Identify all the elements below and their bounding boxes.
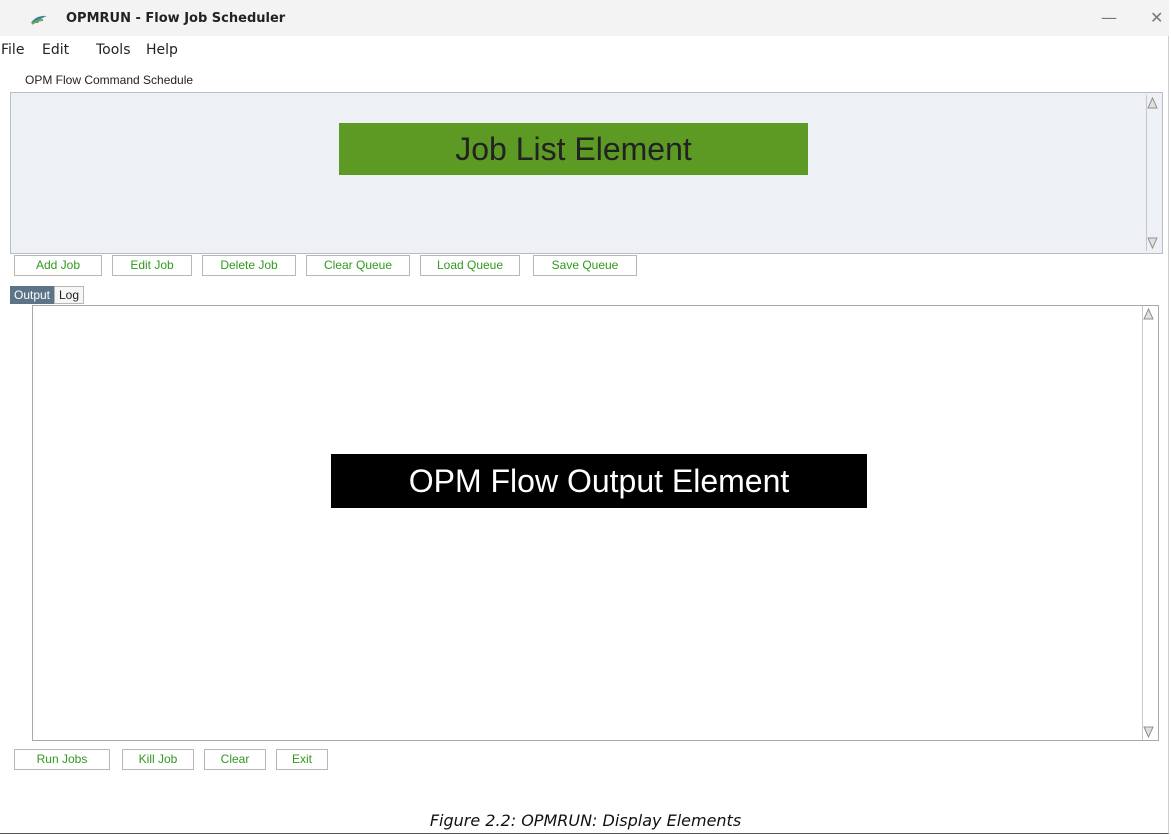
output-element-label: OPM Flow Output Element [331,454,867,508]
tab-output[interactable]: Output [10,286,54,304]
title-bar: OPMRUN - Flow Job Scheduler — ✕ [0,0,1169,36]
tab-log[interactable]: Log [54,286,84,304]
job-list[interactable]: Job List Element [10,92,1163,254]
add-job-button[interactable]: Add Job [14,255,102,276]
exit-button[interactable]: Exit [276,749,328,770]
clear-queue-button[interactable]: Clear Queue [306,255,410,276]
scroll-up-icon[interactable] [1147,97,1158,109]
close-button[interactable]: ✕ [1150,8,1163,27]
clear-button[interactable]: Clear [204,749,266,770]
app-window: OPMRUN - Flow Job Scheduler — ✕ File Edi… [0,0,1169,834]
minimize-button[interactable]: — [1101,8,1117,27]
app-logo-icon [30,12,48,25]
edit-job-button[interactable]: Edit Job [112,255,192,276]
window-title: OPMRUN - Flow Job Scheduler [66,11,286,26]
job-list-element-label: Job List Element [339,123,808,175]
save-queue-button[interactable]: Save Queue [533,255,637,276]
output-scrollbar[interactable] [1142,306,1154,740]
job-list-scrollbar[interactable] [1146,95,1158,251]
scroll-down-icon[interactable] [1143,726,1154,738]
menu-file[interactable]: File [1,42,24,58]
menu-tools[interactable]: Tools [96,42,131,58]
scroll-up-icon[interactable] [1143,308,1154,320]
schedule-label: OPM Flow Command Schedule [25,73,194,87]
figure-caption: Figure 2.2: OPMRUN: Display Elements [429,811,742,830]
kill-job-button[interactable]: Kill Job [122,749,194,770]
menu-edit[interactable]: Edit [42,42,69,58]
scroll-down-icon[interactable] [1147,237,1158,249]
output-panel[interactable]: OPM Flow Output Element [32,305,1159,741]
menu-help[interactable]: Help [146,42,178,58]
delete-job-button[interactable]: Delete Job [202,255,296,276]
run-jobs-button[interactable]: Run Jobs [14,749,110,770]
load-queue-button[interactable]: Load Queue [420,255,520,276]
